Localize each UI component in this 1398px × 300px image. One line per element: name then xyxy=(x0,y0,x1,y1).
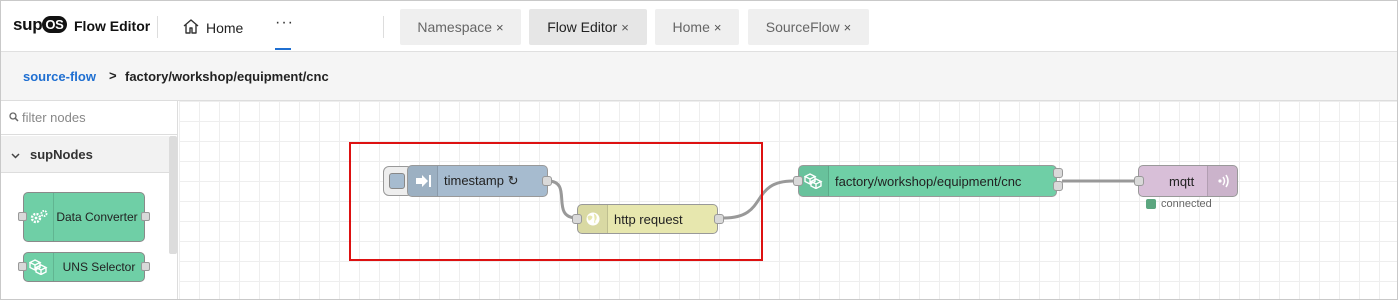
breadcrumb-current: factory/workshop/equipment/cnc xyxy=(125,69,329,84)
home-nav-link[interactable]: Home xyxy=(182,18,243,38)
breadcrumb: source-flow > factory/workshop/equipment… xyxy=(1,52,1397,101)
cubes-icon xyxy=(24,253,54,281)
close-icon[interactable]: × xyxy=(496,20,504,35)
filter-bar xyxy=(1,101,177,135)
broadcast-icon xyxy=(1207,166,1237,196)
tab-home[interactable]: Home × xyxy=(655,9,739,45)
palette-node-data-converter[interactable]: Data Converter xyxy=(23,192,145,242)
tab-flow-editor[interactable]: Flow Editor × xyxy=(529,9,647,45)
search-icon xyxy=(9,109,19,127)
output-port[interactable] xyxy=(1053,168,1063,178)
breadcrumb-link[interactable]: source-flow xyxy=(23,69,96,84)
breadcrumb-separator: > xyxy=(109,68,117,83)
category-supnodes[interactable]: supNodes xyxy=(1,136,169,173)
palette-scrollbar[interactable] xyxy=(169,136,177,254)
tab-label: Namespace xyxy=(417,19,493,35)
node-palette: supNodes Data Converter UNS Selector xyxy=(1,101,178,299)
gears-icon xyxy=(24,193,54,241)
top-bar: sup OS Flow Editor Home ··· Namespace × F… xyxy=(1,1,1397,52)
close-icon[interactable]: × xyxy=(621,20,629,35)
node-status: connected xyxy=(1146,198,1212,210)
output-port xyxy=(141,262,150,271)
supos-logo[interactable]: sup OS xyxy=(13,15,67,35)
app-title: Flow Editor xyxy=(74,18,151,34)
palette-node-label: UNS Selector xyxy=(62,260,136,274)
cubes-icon xyxy=(799,166,829,196)
highlight-box xyxy=(349,142,763,261)
flow-node-mqtt[interactable]: mqtt xyxy=(1138,165,1238,197)
close-icon[interactable]: × xyxy=(714,20,722,35)
tab-label: Home xyxy=(672,19,710,35)
tab-label: SourceFlow xyxy=(765,19,840,35)
palette-node-uns-selector[interactable]: UNS Selector xyxy=(23,252,145,282)
output-port xyxy=(141,212,150,221)
filter-nodes-input[interactable] xyxy=(22,110,172,125)
tab-label: Flow Editor xyxy=(547,19,618,35)
chevron-down-icon xyxy=(11,147,20,162)
input-port[interactable] xyxy=(1134,176,1144,186)
palette-node-label: Data Converter xyxy=(56,210,138,224)
tab-namespace[interactable]: Namespace × xyxy=(400,9,521,45)
node-label: factory/workshop/equipment/cnc xyxy=(835,173,1022,189)
tab-sourceflow[interactable]: SourceFlow × xyxy=(748,9,869,45)
input-port[interactable] xyxy=(793,176,803,186)
close-icon[interactable]: × xyxy=(844,20,852,35)
active-indicator xyxy=(275,48,291,50)
home-nav-label: Home xyxy=(206,20,244,36)
input-port xyxy=(18,262,27,271)
divider xyxy=(157,16,158,38)
node-label: mqtt xyxy=(1169,173,1195,189)
input-port xyxy=(18,212,27,221)
output-port[interactable] xyxy=(1053,181,1063,191)
home-icon xyxy=(182,18,200,38)
more-menu-button[interactable]: ··· xyxy=(275,14,294,32)
status-text: connected xyxy=(1161,198,1212,210)
category-label: supNodes xyxy=(30,146,93,162)
divider xyxy=(383,16,384,38)
flow-node-uns-topic[interactable]: factory/workshop/equipment/cnc xyxy=(798,165,1057,197)
status-dot-icon xyxy=(1146,199,1156,209)
flow-editor-window: sup OS Flow Editor Home ··· Namespace × F… xyxy=(0,0,1398,300)
